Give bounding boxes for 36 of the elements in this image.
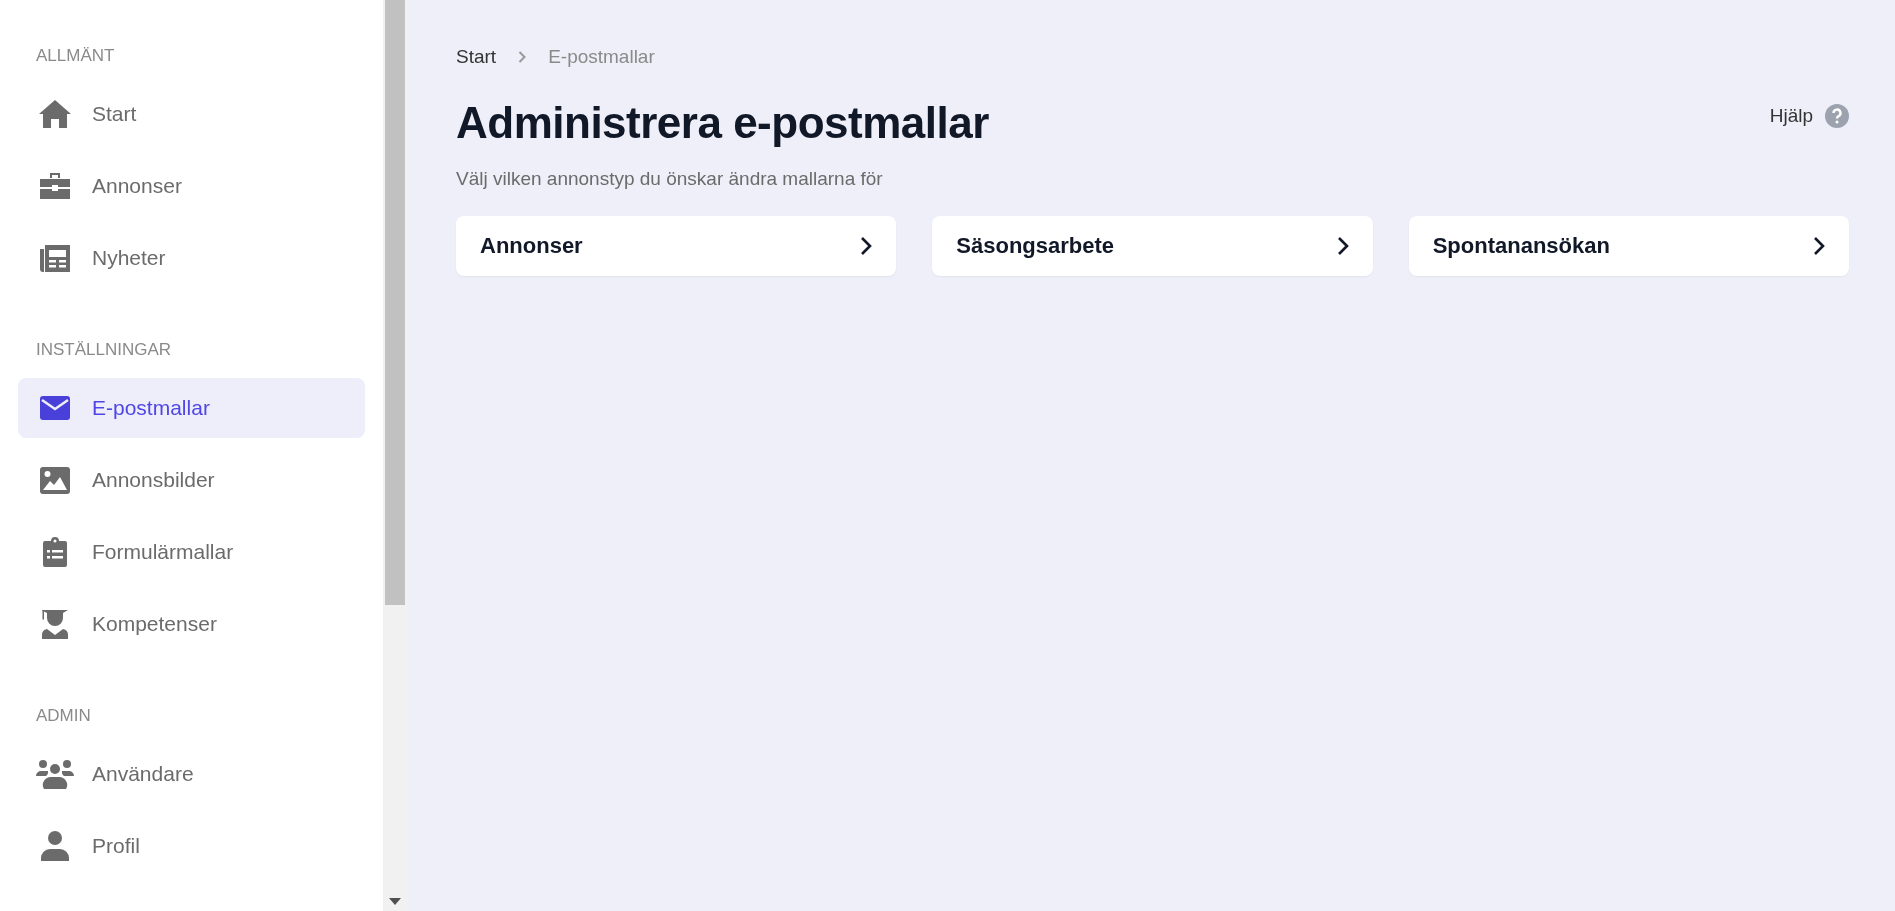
page-subtitle: Välj vilken annonstyp du önskar ändra mallarna för — [456, 168, 884, 190]
clipboard-icon — [43, 537, 67, 567]
home-icon — [38, 99, 72, 129]
sidebar-item[interactable]: Annonser — [18, 156, 365, 216]
sidebar-item[interactable]: Annonsbilder — [18, 450, 365, 510]
sidebar-item[interactable]: Nyheter — [18, 228, 365, 288]
chevron-icon — [1813, 236, 1825, 256]
page-title: Administrera e-postmallar — [456, 98, 989, 148]
person-icon — [41, 831, 69, 861]
section-heading: ALLMÄNT — [35, 46, 116, 66]
briefcase-icon — [40, 172, 70, 200]
sidebar-item[interactable]: E-postmallar — [18, 378, 365, 438]
envelope-icon — [40, 396, 70, 420]
image-icon — [40, 466, 70, 494]
template-card[interactable]: Säsongsarbete — [932, 216, 1373, 276]
sidebar-item[interactable]: Profil — [18, 816, 365, 876]
sidebar-item[interactable]: Formulärmallar — [18, 522, 365, 582]
help-icon — [1825, 104, 1849, 128]
scroll-down-icon[interactable] — [389, 898, 401, 905]
sidebar-item[interactable]: Kompetenser — [18, 594, 365, 654]
scrollbar[interactable] — [383, 0, 407, 911]
sidebar-item[interactable]: Start — [18, 84, 365, 144]
section-heading: INSTÄLLNINGAR — [35, 340, 173, 360]
section-heading: ADMIN — [35, 706, 92, 726]
template-card[interactable]: Annonser — [456, 216, 897, 276]
breadcrumb-link[interactable]: E-postmallar — [548, 46, 655, 68]
breadcrumb-link[interactable]: Start — [456, 46, 497, 68]
help-link[interactable]: Hjälp — [1769, 104, 1849, 128]
chevron-icon — [1336, 236, 1349, 256]
users-icon — [36, 759, 74, 789]
newspaper-icon — [40, 244, 70, 272]
chevron-icon — [860, 236, 873, 256]
sidebar-item[interactable]: Användare — [18, 744, 365, 804]
chevron-icon — [518, 51, 527, 63]
graduate-icon — [41, 609, 69, 639]
template-card[interactable]: Spontanansökan — [1408, 216, 1849, 276]
